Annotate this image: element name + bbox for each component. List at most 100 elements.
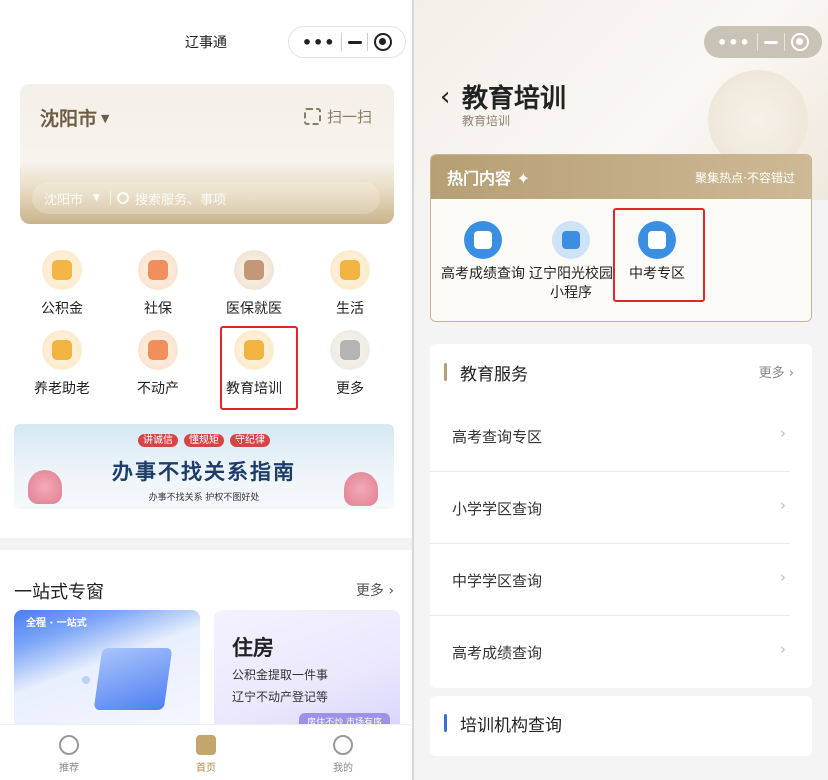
hot-header: 热门内容 ✦ 聚集热点·不容错过: [431, 155, 811, 199]
more-grid-icon: [330, 330, 370, 370]
more-dots-icon[interactable]: •••: [717, 33, 751, 52]
right-screen: ••• ‹ 教育培训 教育培训 热门内容 ✦ 聚集热点·不容错过 高考成绩查询 …: [414, 0, 828, 780]
scan-button[interactable]: 扫一扫: [303, 106, 372, 127]
highlight-box-zhongkao: [613, 208, 705, 302]
hot-item-label: 高考成绩查询: [441, 266, 525, 282]
sparkle-icon: ✦: [516, 169, 530, 188]
service-more-link[interactable]: 更多 ›: [759, 362, 794, 381]
home-icon: [196, 735, 216, 755]
tab-home[interactable]: 首页: [171, 735, 241, 774]
section-accent: [444, 363, 447, 381]
yibao-icon: [234, 250, 274, 290]
page-title: 教育培训: [462, 84, 567, 114]
service-row-middle-district[interactable]: 中学学区查询 ›: [430, 544, 812, 616]
grid-label: 医保就医: [226, 301, 282, 317]
tab-label: 首页: [196, 763, 216, 774]
dot-decoration: [82, 676, 90, 684]
capsule-divider: [756, 33, 758, 51]
capsule-divider: [341, 33, 343, 51]
back-arrow-icon[interactable]: ‹: [440, 82, 450, 112]
hot-slogan: 聚集热点·不容错过: [695, 170, 795, 185]
tab-profile[interactable]: 我的: [308, 735, 378, 774]
grid-item-budongchan[interactable]: 不动产: [110, 330, 206, 398]
shenghuo-icon: [330, 250, 370, 290]
grid-label: 更多: [336, 381, 364, 397]
shebao-icon: [138, 250, 178, 290]
city-name: 沈阳市: [40, 108, 98, 130]
search-icon: [116, 192, 129, 204]
chevron-right-icon: ›: [788, 366, 794, 381]
search-city[interactable]: 沈阳市: [44, 189, 83, 208]
capsule-divider: [367, 33, 369, 51]
minimize-icon[interactable]: [347, 40, 362, 44]
banner-tag: 讲诚信: [138, 434, 178, 447]
tab-recommend[interactable]: 推荐: [34, 735, 104, 774]
close-target-icon[interactable]: [374, 33, 393, 51]
card-line: 辽宁不动产登记等: [232, 690, 329, 704]
tab-bar: 推荐 首页 我的: [0, 724, 412, 780]
row-label: 中学学区查询: [452, 572, 543, 590]
city-selector[interactable]: 沈阳市 ▼: [40, 104, 109, 131]
grid-item-yibao[interactable]: 医保就医: [206, 250, 302, 318]
grid-item-more[interactable]: 更多: [302, 330, 398, 398]
housing-card[interactable]: 住房 公积金提取一件事 辽宁不动产登记等 房住不炒 市场有序: [214, 610, 400, 730]
card-title: 住房: [232, 636, 274, 660]
one-stop-card[interactable]: 全程 · 一站式: [14, 610, 200, 730]
hot-item-label: 辽宁阳光校园小程序: [529, 266, 613, 301]
recommend-icon: [59, 735, 79, 755]
banner-tag: 守纪律: [230, 434, 270, 447]
chevron-right-icon: ›: [780, 496, 786, 514]
hot-item-gaokao-score[interactable]: 高考成绩查询: [441, 221, 525, 284]
chevron-right-icon: ›: [780, 424, 786, 442]
section-gap: [0, 538, 412, 550]
service-row-gaokao-score[interactable]: 高考成绩查询 ›: [430, 616, 812, 688]
grid-label: 生活: [336, 301, 364, 317]
search-divider: [109, 191, 111, 205]
caret-down-icon: ▼: [101, 112, 110, 125]
grid-item-yanglao[interactable]: 养老助老: [14, 330, 110, 398]
capsule-divider: [783, 33, 785, 51]
row-label: 高考成绩查询: [452, 644, 543, 662]
search-placeholder[interactable]: 搜索服务、事项: [135, 189, 226, 208]
close-target-icon[interactable]: [790, 33, 809, 51]
miniapp-capsule: •••: [704, 26, 822, 58]
minimize-icon[interactable]: [763, 40, 778, 44]
caret-down-icon: ▼: [93, 193, 100, 203]
grid-label: 不动产: [137, 381, 179, 397]
grid-item-shebao[interactable]: 社保: [110, 250, 206, 318]
chevron-right-icon: ›: [388, 583, 394, 599]
service-row-gaokao-query[interactable]: 高考查询专区 ›: [430, 400, 812, 472]
scan-label: 扫一扫: [326, 108, 372, 126]
training-panel: 培训机构查询: [430, 696, 812, 756]
banner-subline: 办事不找关系 护权不图好处: [148, 493, 260, 503]
section-accent: [444, 714, 447, 732]
banner-tag: 懂规矩: [184, 434, 224, 447]
left-screen: 辽事通 ••• 沈阳市 ▼ 扫一扫 沈阳市 ▼ 搜索服务、事项 公积金 社保 医保…: [0, 0, 412, 780]
banner-tags: 讲诚信 懂规矩 守纪律: [14, 431, 394, 447]
highlight-box-education: [220, 326, 298, 410]
more-dots-icon[interactable]: •••: [302, 33, 336, 52]
more-label: 更多: [355, 583, 384, 599]
grid-item-shenghuo[interactable]: 生活: [302, 250, 398, 318]
folder-icon: [93, 648, 173, 710]
gaokao-score-icon: [464, 221, 502, 259]
hot-item-sunshine-campus[interactable]: 辽宁阳光校园小程序: [529, 221, 613, 303]
education-service-panel: 教育服务 更多 › 高考查询专区 › 小学学区查询 › 中学学区查询 › 高考成…: [430, 344, 812, 688]
service-row-primary-district[interactable]: 小学学区查询 ›: [430, 472, 812, 544]
tab-label: 推荐: [59, 763, 79, 774]
row-label: 小学学区查询: [452, 500, 543, 518]
tab-label: 我的: [333, 763, 353, 774]
chevron-right-icon: ›: [780, 568, 786, 586]
section-title: 一站式专窗: [14, 582, 104, 603]
section-more-link[interactable]: 更多 ›: [356, 580, 394, 600]
training-title: 培训机构查询: [460, 716, 562, 736]
grid-label: 养老助老: [34, 381, 90, 397]
miniapp-capsule: •••: [288, 26, 406, 58]
hot-title: 热门内容 ✦: [447, 169, 530, 188]
search-bar[interactable]: 沈阳市 ▼ 搜索服务、事项: [32, 182, 380, 214]
grid-item-gongjijin[interactable]: 公积金: [14, 250, 110, 318]
city-card: 沈阳市 ▼ 扫一扫 沈阳市 ▼ 搜索服务、事项: [20, 84, 394, 224]
service-header: 教育服务 更多 ›: [430, 344, 812, 400]
banner-headline: 办事不找关系指南: [112, 459, 296, 484]
banner[interactable]: 讲诚信 懂规矩 守纪律 办事不找关系指南 办事不找关系 护权不图好处: [14, 424, 394, 509]
